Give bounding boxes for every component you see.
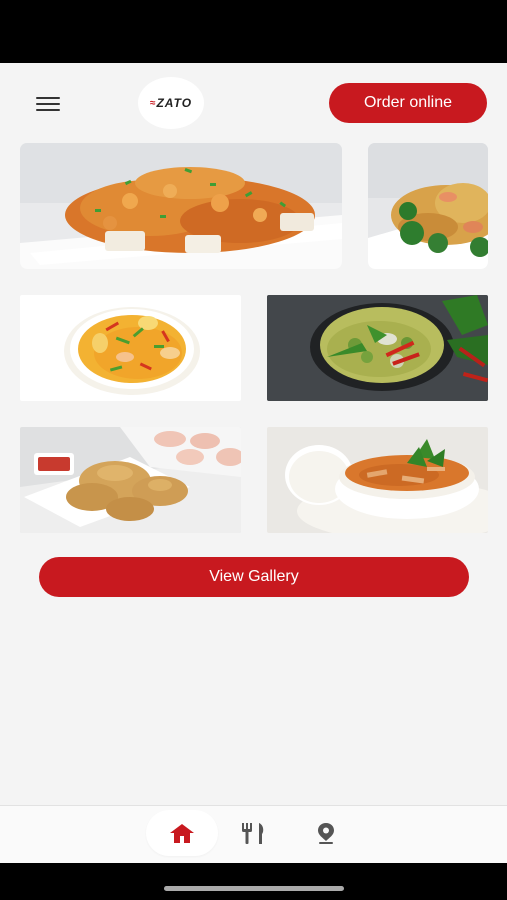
gallery-photo-stir-fry[interactable]: [368, 143, 488, 269]
bottom-tab-bar: [0, 805, 507, 863]
tab-location[interactable]: [304, 810, 348, 856]
brand-logo[interactable]: ≈ ZATO: [138, 77, 204, 129]
gallery-photo-fried-shrimp[interactable]: [20, 143, 342, 269]
status-bar: [0, 0, 507, 63]
tab-home[interactable]: [146, 810, 218, 856]
home-icon: [170, 824, 194, 843]
view-gallery-button[interactable]: View Gallery: [39, 557, 469, 597]
home-indicator[interactable]: [164, 886, 344, 891]
app-screen: ≈ ZATO Order online View Gallery: [0, 63, 507, 863]
order-online-button[interactable]: Order online: [329, 83, 487, 123]
logo-text: ZATO: [156, 96, 193, 110]
hamburger-menu-icon[interactable]: [36, 93, 62, 113]
gallery-photo-fried-wontons[interactable]: [20, 427, 241, 533]
logo-mark-icon: ≈: [149, 97, 156, 109]
tab-menu[interactable]: [232, 810, 276, 856]
fork-knife-icon: [242, 823, 264, 844]
location-pin-icon: [318, 823, 334, 844]
gallery-photo-yellow-curry[interactable]: [20, 295, 241, 401]
gallery-photo-green-curry[interactable]: [267, 295, 488, 401]
gallery-photo-red-curry-rice[interactable]: [267, 427, 488, 533]
